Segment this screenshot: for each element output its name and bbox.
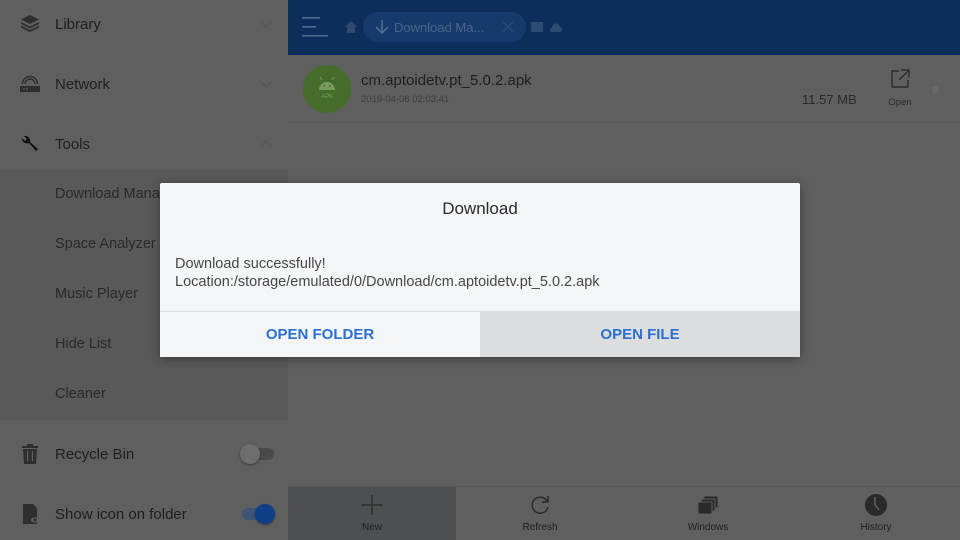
open-folder-button[interactable]: OPEN FOLDER: [160, 312, 480, 357]
recycle-bin-toggle[interactable]: [240, 443, 276, 465]
plus-icon: [362, 495, 382, 515]
toggle-knob: [240, 444, 260, 464]
sidebar-item-library[interactable]: Library: [0, 0, 288, 54]
bottom-toolbar: New Refresh Windows History: [288, 486, 960, 540]
download-arrow-icon: [375, 20, 389, 35]
selection-dot[interactable]: [932, 86, 939, 93]
breadcrumb-download-manager[interactable]: Download Ma...: [363, 12, 526, 42]
file-size: 11.57 MB: [802, 92, 857, 107]
chevron-up-icon[interactable]: [258, 136, 274, 152]
wrench-icon: [18, 132, 42, 156]
sidebar-item-label: Show icon on folder: [55, 505, 187, 523]
dialog-message-status: Download successfully!: [175, 256, 326, 272]
refresh-button[interactable]: Refresh: [456, 487, 624, 540]
open-file-button[interactable]: OPEN FILE: [480, 312, 800, 357]
folder-eye-icon: [18, 502, 42, 526]
chevron-down-icon[interactable]: [258, 16, 274, 32]
android-icon: [319, 76, 335, 90]
tools-item-download-manager[interactable]: Download Mana: [55, 186, 160, 202]
sidebar-item-recycle-bin[interactable]: Recycle Bin: [0, 424, 288, 484]
dialog-message-location: Location:/storage/emulated/0/Download/cm…: [175, 274, 600, 290]
tools-item-cleaner[interactable]: Cleaner: [55, 386, 106, 402]
file-name: cm.aptoidetv.pt_5.0.2.apk: [361, 72, 532, 89]
tools-item-hide-list[interactable]: Hide List: [55, 336, 111, 352]
download-dialog: Download Download successfully! Location…: [160, 183, 800, 357]
dialog-buttons: OPEN FOLDER OPEN FILE: [160, 311, 800, 357]
dialog-message: Download successfully! Location:/storage…: [175, 255, 600, 291]
tools-item-space-analyzer[interactable]: Space Analyzer: [55, 236, 156, 252]
windows-icon: [697, 495, 719, 515]
storage-icon[interactable]: [531, 22, 543, 32]
sidebar-item-label: Library: [55, 15, 101, 33]
chevron-down-icon[interactable]: [258, 76, 274, 92]
refresh-icon: [531, 496, 549, 514]
windows-button[interactable]: Windows: [624, 487, 792, 540]
toggle-knob: [255, 504, 275, 524]
sidebar-item-network[interactable]: Network: [0, 54, 288, 114]
clock-icon: [865, 494, 887, 516]
apk-file-icon: APK: [303, 65, 351, 113]
router-icon: [18, 72, 42, 96]
history-label: History: [860, 522, 892, 533]
sidebar-item-tools[interactable]: Tools: [0, 114, 288, 174]
home-icon[interactable]: [344, 20, 358, 34]
sidebar-item-label: Network: [55, 75, 111, 93]
open-button[interactable]: Open: [880, 68, 920, 110]
menu-icon[interactable]: [302, 16, 328, 38]
close-icon[interactable]: [501, 20, 515, 34]
open-external-icon: [891, 69, 910, 88]
breadcrumb-label: Download Ma...: [394, 19, 485, 35]
file-list-item[interactable]: APK cm.aptoidetv.pt_5.0.2.apk 2019-04-08…: [288, 56, 960, 123]
trash-icon: [18, 442, 42, 466]
show-icon-on-folder-toggle[interactable]: [240, 503, 276, 525]
history-button[interactable]: History: [792, 487, 960, 540]
new-label: New: [361, 522, 382, 533]
layers-icon: [18, 12, 42, 36]
file-type-label: APK: [320, 94, 333, 100]
dialog-title: Download: [442, 199, 518, 218]
cloud-icon[interactable]: [550, 22, 562, 32]
new-button[interactable]: New: [288, 487, 456, 540]
sidebar-item-label: Recycle Bin: [55, 445, 135, 463]
refresh-label: Refresh: [522, 522, 558, 533]
file-date: 2019-04-08 02:03:41: [361, 94, 450, 105]
sidebar-item-show-icon-on-folder[interactable]: Show icon on folder: [0, 484, 288, 540]
tools-item-music-player[interactable]: Music Player: [55, 286, 138, 302]
top-bar: Download Ma...: [288, 0, 960, 55]
open-label: Open: [888, 97, 912, 108]
windows-label: Windows: [687, 522, 729, 533]
sidebar-item-label: Tools: [55, 135, 91, 153]
